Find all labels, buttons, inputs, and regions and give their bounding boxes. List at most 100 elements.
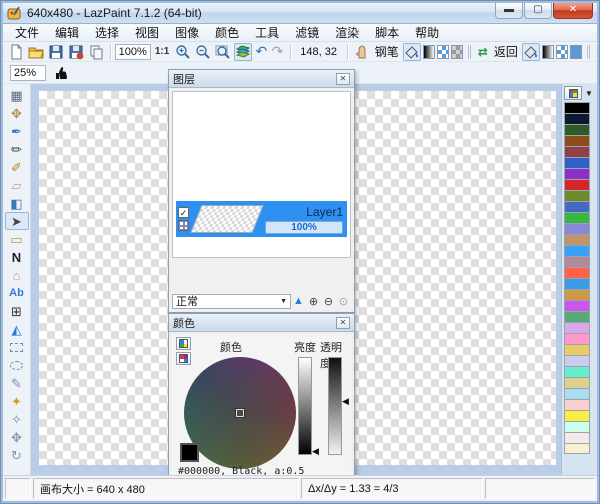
lightness-marker-icon[interactable]: ◀	[312, 447, 319, 456]
tolerance-field[interactable]: 25%	[10, 65, 46, 81]
menu-item[interactable]: 工具	[247, 23, 287, 42]
colors-panel-titlebar[interactable]: 颜色 ✕	[169, 314, 354, 332]
menu-item[interactable]: 选择	[87, 23, 127, 42]
palette-swatch[interactable]	[564, 179, 590, 190]
color-wheel-cursor[interactable]	[236, 409, 244, 417]
perspective-tool[interactable]: ◭	[5, 320, 29, 338]
blend-mode-select[interactable]: 正常 ▼	[172, 294, 291, 309]
zoom-percent-field[interactable]: 100%	[115, 44, 151, 60]
menu-item[interactable]: 颜色	[207, 23, 247, 42]
layer-name[interactable]: Layer1	[306, 205, 343, 219]
palette-swatch[interactable]	[564, 256, 590, 267]
layers-panel-titlebar[interactable]: 图层 ✕	[169, 70, 354, 88]
palette-swatch[interactable]	[564, 135, 590, 146]
palette-swatch[interactable]	[564, 333, 590, 344]
palette-dropdown-icon[interactable]: ▼	[585, 89, 593, 98]
remove-layer-icon[interactable]: ⊖	[321, 295, 336, 308]
opacity-marker-icon[interactable]: ◀	[342, 397, 349, 406]
layer-opacity-droplet-icon[interactable]: ▲	[291, 295, 306, 307]
add-layer-icon[interactable]: ⊕	[306, 295, 321, 308]
palette-swatch[interactable]	[564, 157, 590, 168]
select-rect-tool[interactable]	[5, 338, 29, 356]
menu-item[interactable]: 文件	[7, 23, 47, 42]
undo-button[interactable]: ↶	[254, 43, 268, 61]
palette-swatch[interactable]	[564, 146, 590, 157]
layer-thumbnail[interactable]	[190, 205, 263, 233]
brush-tool[interactable]: ✐	[5, 158, 29, 176]
back-solid-swatch[interactable]	[570, 45, 582, 59]
zoom-original-button[interactable]: 1:1	[152, 43, 172, 61]
menu-item[interactable]: 编辑	[47, 23, 87, 42]
deformation-grid-tool[interactable]: ⊞	[5, 302, 29, 320]
palette-swatch[interactable]	[564, 223, 590, 234]
layer-row[interactable]: ✓ Layer1 100%	[176, 201, 347, 237]
layers-panel-close-icon[interactable]: ✕	[336, 73, 350, 85]
colors-panel-close-icon[interactable]: ✕	[336, 317, 350, 329]
back-gradient-swatch[interactable]	[542, 45, 554, 59]
palette-swatch[interactable]	[564, 377, 590, 388]
palette-swatch[interactable]	[564, 245, 590, 256]
text-tool[interactable]: Ab	[5, 284, 29, 302]
palette-swatch[interactable]	[564, 432, 590, 443]
zoom-out-button[interactable]	[194, 43, 212, 61]
pen-color-button[interactable]	[403, 43, 421, 61]
layer-opacity-bar[interactable]: 100%	[265, 221, 343, 234]
back-color-button[interactable]	[522, 43, 540, 61]
palette-swatch[interactable]	[564, 355, 590, 366]
palette-swatch[interactable]	[564, 300, 590, 311]
redo-button[interactable]: ↷	[270, 43, 284, 61]
minimize-button[interactable]: ▬	[495, 3, 523, 19]
palette-swatch[interactable]	[564, 168, 590, 179]
select-ellipse-tool[interactable]	[5, 356, 29, 374]
palette-swatch[interactable]	[564, 344, 590, 355]
palette-swatch[interactable]	[564, 410, 590, 421]
colorpicker-tool[interactable]: ✒	[5, 122, 29, 140]
thumbs-up-icon[interactable]	[52, 64, 72, 82]
toggle-layers-window-button[interactable]	[234, 43, 252, 61]
crop-tool[interactable]: ▦	[5, 86, 29, 104]
palette-swatch[interactable]	[564, 278, 590, 289]
select-pen-tool[interactable]: ✎	[5, 374, 29, 392]
palette-menu-button[interactable]	[564, 86, 582, 100]
polyline-tool[interactable]: N	[5, 248, 29, 266]
paste-color-button[interactable]	[176, 352, 191, 365]
save-as-button[interactable]	[67, 43, 85, 61]
palette-swatch[interactable]	[564, 212, 590, 223]
layers-list[interactable]: ✓ Layer1 100%	[172, 91, 351, 258]
palette-swatch[interactable]	[564, 201, 590, 212]
pen-texture-swatch[interactable]	[437, 45, 449, 59]
palette-swatch[interactable]	[564, 322, 590, 333]
layer-grid-icon[interactable]	[178, 220, 189, 231]
palette-swatch[interactable]	[564, 102, 590, 113]
zoom-fit-button[interactable]	[214, 43, 232, 61]
palette-swatch[interactable]	[564, 443, 590, 454]
palette-swatch[interactable]	[564, 234, 590, 245]
selection-brush-tool[interactable]: ✧	[5, 410, 29, 428]
zoom-in-button[interactable]	[174, 43, 192, 61]
lightness-slider[interactable]	[298, 357, 312, 455]
swap-colors-button[interactable]: ⇄	[476, 43, 490, 61]
floodfill-tool[interactable]: ◧	[5, 194, 29, 212]
edit-shape-tool[interactable]: ➤	[5, 212, 29, 230]
menu-item[interactable]: 脚本	[367, 23, 407, 42]
current-color-swatch[interactable]	[180, 443, 199, 462]
maximize-button[interactable]: ▢	[524, 3, 552, 19]
move-selection-tool[interactable]: ✥	[5, 428, 29, 446]
menu-item[interactable]: 渲染	[327, 23, 367, 42]
menu-item[interactable]: 图像	[167, 23, 207, 42]
magic-wand-tool[interactable]: ✦	[5, 392, 29, 410]
new-file-button[interactable]	[7, 43, 25, 61]
copy-color-button[interactable]	[176, 337, 191, 350]
palette-swatch[interactable]	[564, 388, 590, 399]
palette-swatch[interactable]	[564, 366, 590, 377]
save-button[interactable]	[47, 43, 65, 61]
rectangle-tool[interactable]: ▭	[5, 230, 29, 248]
menu-item[interactable]: 帮助	[407, 23, 447, 42]
back-texture-swatch[interactable]	[556, 45, 568, 59]
polygon-tool[interactable]: ⌂	[5, 266, 29, 284]
menu-item[interactable]: 视图	[127, 23, 167, 42]
palette-swatch[interactable]	[564, 399, 590, 410]
opacity-slider[interactable]	[328, 357, 342, 455]
merge-layer-icon[interactable]: ⊙	[336, 295, 351, 308]
palette-swatch[interactable]	[564, 190, 590, 201]
